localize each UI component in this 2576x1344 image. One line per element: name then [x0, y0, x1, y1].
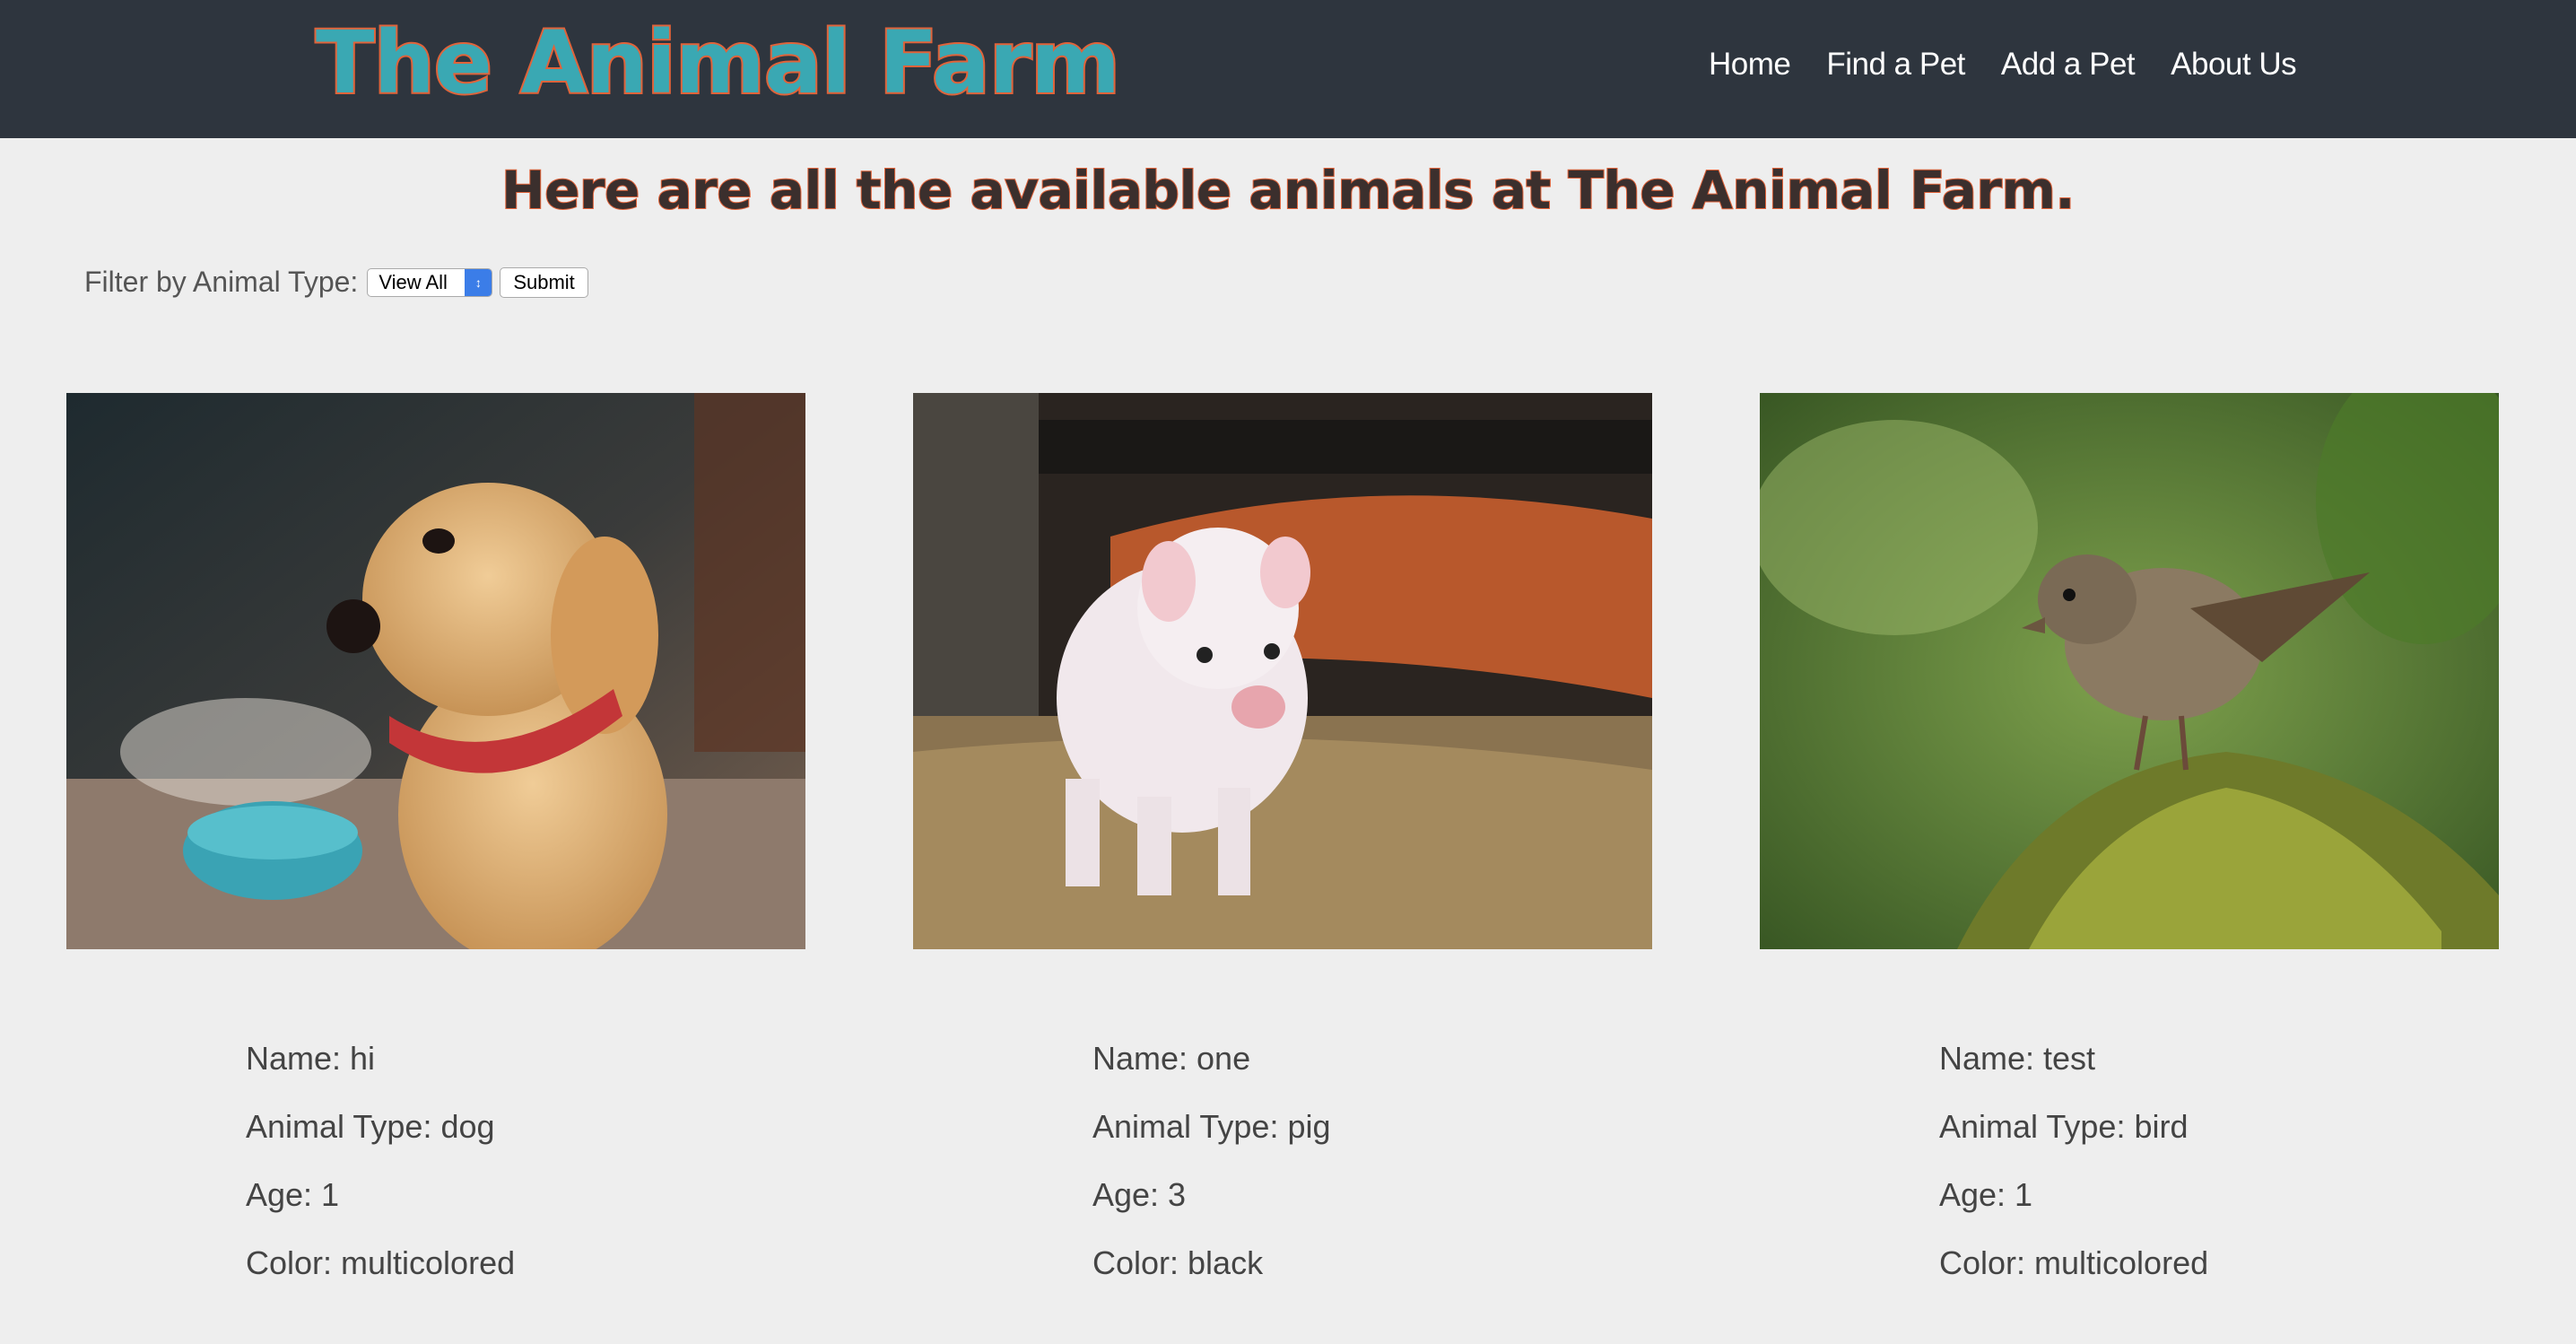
animal-age: Age: 1 — [1939, 1176, 2033, 1213]
animal-name: Name: one — [1092, 1040, 1251, 1077]
animal-name: Name: test — [1939, 1040, 2096, 1077]
puppy-photo — [66, 393, 805, 949]
nav-find-pet-link[interactable]: Find a Pet — [1826, 47, 1965, 83]
navbar: The Animal Farm Home Find a Pet Add a Pe… — [0, 0, 2576, 138]
animal-type: Animal Type: pig — [1092, 1108, 1331, 1145]
animal-name: Name: hi — [246, 1040, 376, 1077]
animal-color: Color: multicolored — [1939, 1244, 2209, 1281]
piglet-photo — [913, 393, 1652, 949]
animal-info: Name: one Animal Type: pig Age: 3 Color:… — [1092, 1039, 1330, 1312]
page-title: Here are all the available animals at Th… — [500, 159, 2076, 222]
filter-label: Filter by Animal Type: — [84, 266, 359, 298]
animal-info: Name: hi Animal Type: dog Age: 1 Color: … — [246, 1039, 515, 1312]
animal-card: Name: one Animal Type: pig Age: 3 Color:… — [913, 393, 1652, 1281]
nav-links: Home Find a Pet Add a Pet About Us — [1709, 47, 2297, 83]
nav-home-link[interactable]: Home — [1709, 47, 1791, 83]
nav-add-pet-link[interactable]: Add a Pet — [2001, 47, 2136, 83]
nav-about-link[interactable]: About Us — [2171, 47, 2296, 83]
site-logo[interactable]: The Animal Farm — [314, 11, 1122, 115]
select-chevron-icon: ↕ — [465, 268, 492, 296]
sparrow-photo — [1760, 393, 2499, 949]
animal-card: Name: hi Animal Type: dog Age: 1 Color: … — [66, 393, 805, 1281]
animal-card: Name: test Animal Type: bird Age: 1 Colo… — [1760, 393, 2499, 1281]
filter-form: Filter by Animal Type: View All ↕ Submit — [84, 266, 588, 299]
animal-info: Name: test Animal Type: bird Age: 1 Colo… — [1939, 1039, 2208, 1312]
animal-color: Color: multicolored — [246, 1244, 516, 1281]
animal-type: Animal Type: bird — [1939, 1108, 2189, 1145]
animal-type-select[interactable]: View All ↕ — [367, 267, 493, 297]
animal-color: Color: black — [1092, 1244, 1264, 1281]
animal-age: Age: 1 — [246, 1176, 340, 1213]
animal-type: Animal Type: dog — [246, 1108, 495, 1145]
animal-age: Age: 3 — [1092, 1176, 1187, 1213]
select-value: View All — [379, 270, 448, 293]
submit-button[interactable]: Submit — [500, 266, 588, 298]
